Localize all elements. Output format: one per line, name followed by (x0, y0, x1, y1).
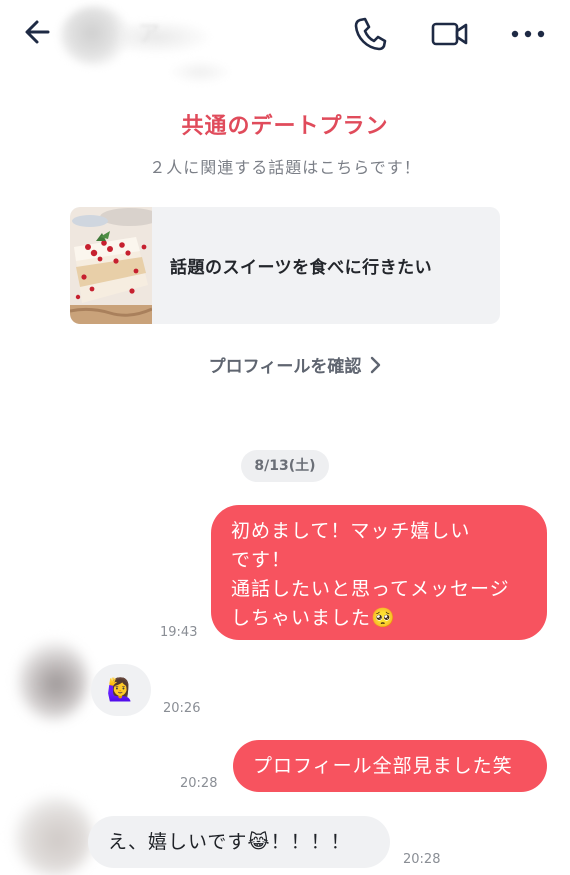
message-timestamp: 20:26 (163, 701, 201, 716)
message-text-line: です！ (231, 549, 292, 571)
back-button[interactable] (16, 10, 60, 54)
date-separator: 8/13(土) (241, 450, 329, 482)
partner-avatar[interactable] (18, 640, 88, 720)
video-camera-icon (431, 22, 468, 46)
date-plan-subtitle: ２人に関連する話題はこちらです！ (149, 158, 421, 177)
incoming-message-bubble[interactable]: 🙋‍♀️ (91, 664, 151, 716)
phone-icon (354, 17, 387, 51)
more-horizontal-icon (511, 30, 545, 38)
message-text-line: 初めまして！マッチ嬉しい (231, 520, 471, 542)
view-profile-label: プロフィールを確認 (208, 357, 362, 377)
message-timestamp: 20:28 (403, 852, 441, 867)
message-timestamp: 20:28 (180, 776, 218, 791)
date-plan-card[interactable]: 話題のスイーツを食べに行きたい (70, 207, 500, 324)
message-text-line: 通話したいと思ってメッセージ (231, 578, 510, 600)
incoming-message-bubble[interactable]: え、嬉しいです😹！！！！ (88, 816, 390, 868)
video-call-button[interactable] (428, 12, 472, 56)
chat-screen: ア 共通のデートプラン ２人に関連する話題はこちらです！ 話題のスイーツを食べに… (0, 0, 570, 875)
more-options-button[interactable] (506, 12, 550, 56)
outgoing-message-bubble[interactable]: 初めまして！マッチ嬉しい です！ 通話したいと思ってメッセージ しちゃいました🥺 (211, 505, 547, 640)
message-text: え、嬉しいです😹！！！！ (108, 831, 351, 853)
message-text-line: しちゃいました🥺 (231, 607, 396, 629)
partner-status-blur (170, 60, 230, 84)
message-timestamp: 19:43 (160, 625, 198, 640)
view-profile-link[interactable]: プロフィールを確認 (0, 352, 570, 377)
partner-name[interactable]: ア (138, 16, 160, 48)
woman-raising-hand-emoji: 🙋‍♀️ (106, 677, 136, 703)
chat-header: ア (0, 0, 570, 84)
date-plan-title: 共通のデートプラン (181, 114, 389, 139)
partner-avatar[interactable] (14, 796, 94, 875)
sweets-cake-image (70, 207, 152, 324)
message-text: プロフィール全部見ました笑 (253, 755, 513, 777)
outgoing-message-bubble[interactable]: プロフィール全部見ました笑 (233, 740, 547, 792)
chevron-right-icon (369, 356, 381, 374)
date-plan-card-text: 話題のスイーツを食べに行きたい (170, 258, 433, 278)
back-arrow-icon (25, 20, 50, 44)
call-button[interactable] (348, 12, 392, 56)
partner-name-blur (120, 20, 210, 54)
